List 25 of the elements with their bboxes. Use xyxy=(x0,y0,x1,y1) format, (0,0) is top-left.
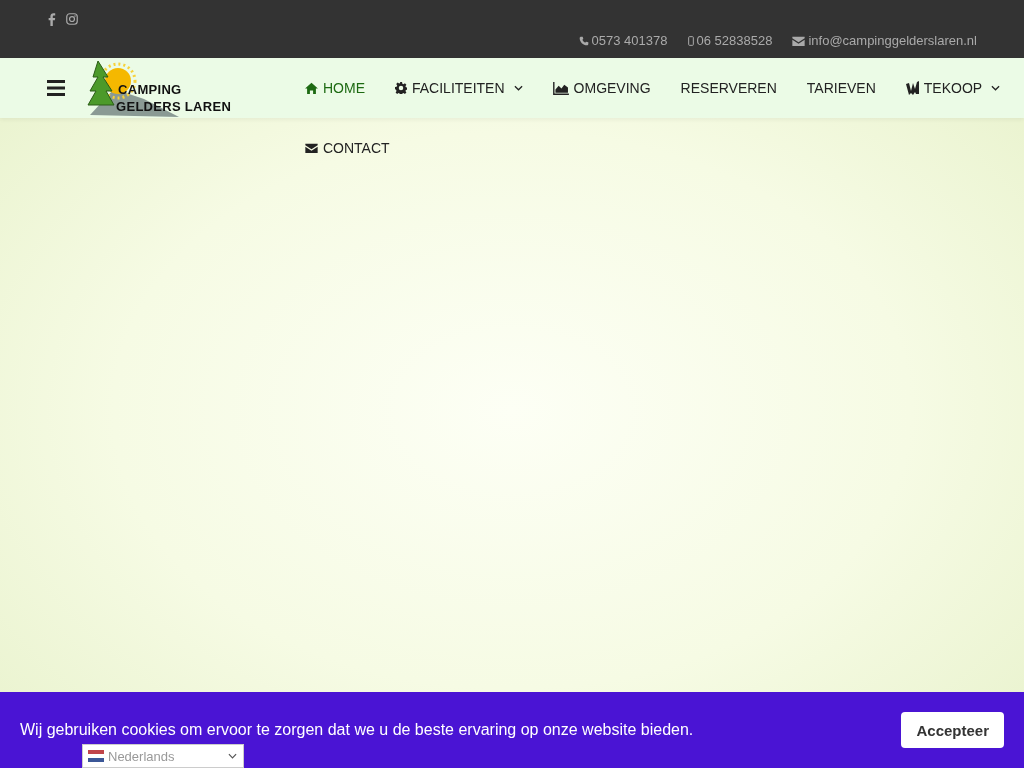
envelope-icon xyxy=(792,35,806,46)
phone-icon xyxy=(578,35,589,46)
chevron-icon xyxy=(228,753,237,759)
phone-link[interactable]: 0573 401378 xyxy=(578,33,668,48)
nav-link[interactable]: CONTACT xyxy=(305,118,390,178)
nav-link[interactable]: TEKOOP xyxy=(905,58,1001,118)
accept-button[interactable]: Accepteer xyxy=(901,712,1004,748)
instagram-icon[interactable] xyxy=(66,13,78,25)
email-link[interactable]: info@campinggelderslaren.nl xyxy=(792,33,977,48)
phone-link[interactable]: 06 52838528 xyxy=(687,33,773,48)
nav-link[interactable]: TARIEVEN xyxy=(806,58,876,118)
nav-link[interactable]: HOME xyxy=(305,58,365,118)
menu-icon[interactable] xyxy=(47,80,65,96)
brand-icon xyxy=(905,81,919,95)
flag-icon xyxy=(88,750,104,762)
nav-link[interactable]: RESERVEREN xyxy=(680,58,777,118)
area-chart-icon xyxy=(552,81,569,95)
nav-link[interactable]: OMGEVING xyxy=(552,58,651,118)
mobile-phone-icon xyxy=(687,35,694,46)
envelope-icon xyxy=(305,143,318,153)
house-icon xyxy=(305,82,318,94)
cookie-message: Wij gebruiken cookies om ervoor te zorgen dat we u de beste ervaring op onze website bieden. xyxy=(20,721,694,739)
gear-icon xyxy=(395,82,407,94)
nav-link[interactable]: FACILITEITEN xyxy=(395,58,523,118)
facebook-icon[interactable] xyxy=(48,12,56,26)
